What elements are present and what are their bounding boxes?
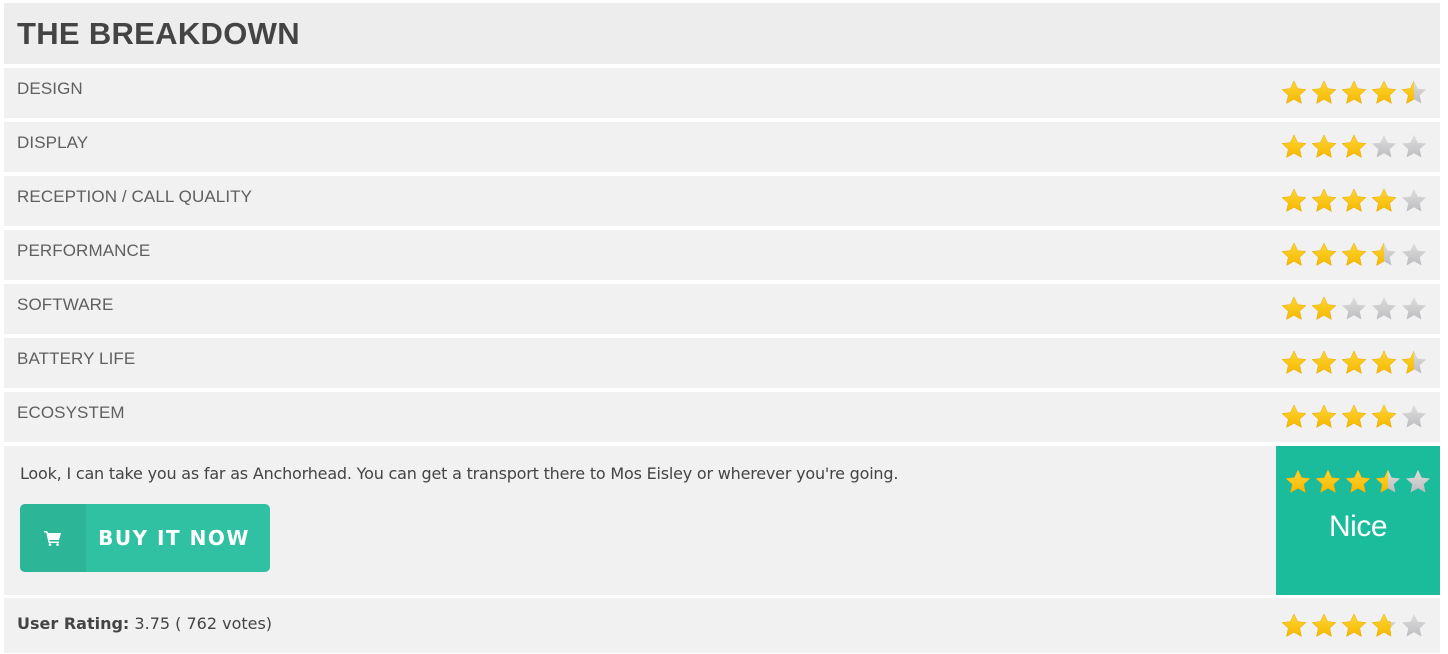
star-full-icon <box>1371 404 1397 428</box>
user-rating-votes: ( 762 votes) <box>175 613 273 633</box>
criteria-label: RECEPTION / CALL QUALITY <box>17 187 253 206</box>
star-full-icon <box>1341 350 1367 374</box>
star-empty-icon <box>1401 242 1427 266</box>
user-rating-row: User Rating: 3.75 ( 762 votes) <box>4 598 1440 653</box>
star-empty-icon <box>1341 296 1367 320</box>
star-full-icon <box>1341 612 1367 637</box>
criteria-row-display: DISPLAY <box>4 122 1440 172</box>
star-full-icon <box>1285 469 1311 493</box>
breakdown-title: THE BREAKDOWN <box>17 15 300 51</box>
star-rating <box>1280 79 1428 107</box>
star-full-icon <box>1281 242 1307 266</box>
star-half-icon <box>1401 350 1427 374</box>
criteria-label: PERFORMANCE <box>17 241 151 260</box>
star-empty-icon <box>1405 469 1431 493</box>
star-full-icon <box>1341 80 1367 104</box>
star-full-icon <box>1281 612 1307 637</box>
breakdown-header: THE BREAKDOWN <box>4 3 1440 64</box>
summary-text: Look, I can take you as far as Anchorhea… <box>20 464 899 483</box>
star-rating <box>1280 241 1428 269</box>
criteria-row-software: SOFTWARE <box>4 284 1440 334</box>
star-full-icon <box>1281 188 1307 212</box>
criteria-row-reception: RECEPTION / CALL QUALITY <box>4 176 1440 226</box>
star-half-icon <box>1371 612 1397 637</box>
star-full-icon <box>1311 404 1337 428</box>
star-full-icon <box>1281 350 1307 374</box>
buy-button-label: BUY IT NOW <box>98 526 250 550</box>
overall-star-rating <box>1284 468 1432 496</box>
star-full-icon <box>1311 350 1337 374</box>
star-full-icon <box>1281 296 1307 320</box>
criteria-label: SOFTWARE <box>17 295 114 314</box>
star-full-icon <box>1341 188 1367 212</box>
star-full-icon <box>1341 404 1367 428</box>
star-full-icon <box>1371 188 1397 212</box>
star-half-icon <box>1401 80 1427 104</box>
summary-content: Look, I can take you as far as Anchorhea… <box>4 446 1276 595</box>
star-full-icon <box>1281 134 1307 158</box>
star-half-icon <box>1371 242 1397 266</box>
review-breakdown: THE BREAKDOWN DESIGN DISPLAY RECEPTION /… <box>4 3 1440 653</box>
star-full-icon <box>1281 80 1307 104</box>
star-full-icon <box>1345 469 1371 493</box>
criteria-list: DESIGN DISPLAY RECEPTION / CALL QUALITY … <box>4 68 1440 442</box>
star-full-icon <box>1371 80 1397 104</box>
star-rating <box>1280 403 1428 431</box>
star-full-icon <box>1311 242 1337 266</box>
star-rating <box>1280 295 1428 323</box>
star-full-icon <box>1315 469 1341 493</box>
star-full-icon <box>1311 134 1337 158</box>
cart-icon-box <box>20 504 86 572</box>
star-empty-icon <box>1401 404 1427 428</box>
star-rating <box>1280 349 1428 377</box>
criteria-row-ecosystem: ECOSYSTEM <box>4 392 1440 442</box>
shopping-cart-icon <box>44 531 61 546</box>
user-rating-value: 3.75 <box>134 613 171 633</box>
criteria-label: DISPLAY <box>17 133 89 152</box>
star-full-icon <box>1341 242 1367 266</box>
criteria-label: DESIGN <box>17 79 83 98</box>
star-rating <box>1280 133 1428 161</box>
user-rating-text: User Rating: 3.75 ( 762 votes) <box>17 614 272 633</box>
buy-it-now-button[interactable]: BUY IT NOW <box>20 504 270 572</box>
user-rating-label: User Rating: <box>17 613 130 633</box>
criteria-row-design: DESIGN <box>4 68 1440 118</box>
star-full-icon <box>1311 188 1337 212</box>
star-full-icon <box>1341 134 1367 158</box>
star-empty-icon <box>1401 296 1427 320</box>
star-rating <box>1280 187 1428 215</box>
star-empty-icon <box>1371 134 1397 158</box>
criteria-label: ECOSYSTEM <box>17 403 125 422</box>
star-full-icon <box>1281 404 1307 428</box>
overall-score-box: Nice <box>1276 446 1440 595</box>
criteria-row-performance: PERFORMANCE <box>4 230 1440 280</box>
star-empty-icon <box>1401 188 1427 212</box>
overall-verdict: Nice <box>1328 510 1388 543</box>
star-empty-icon <box>1401 134 1427 158</box>
star-half-icon <box>1375 469 1401 493</box>
star-full-icon <box>1371 350 1397 374</box>
star-empty-icon <box>1401 613 1427 636</box>
star-full-icon <box>1311 80 1337 104</box>
criteria-label: BATTERY LIFE <box>17 349 136 368</box>
criteria-row-battery-life: BATTERY LIFE <box>4 338 1440 388</box>
user-star-rating[interactable] <box>1280 612 1428 640</box>
review-summary: Look, I can take you as far as Anchorhea… <box>4 446 1440 595</box>
star-full-icon <box>1311 612 1337 637</box>
star-full-icon <box>1311 296 1337 320</box>
star-empty-icon <box>1371 296 1397 320</box>
